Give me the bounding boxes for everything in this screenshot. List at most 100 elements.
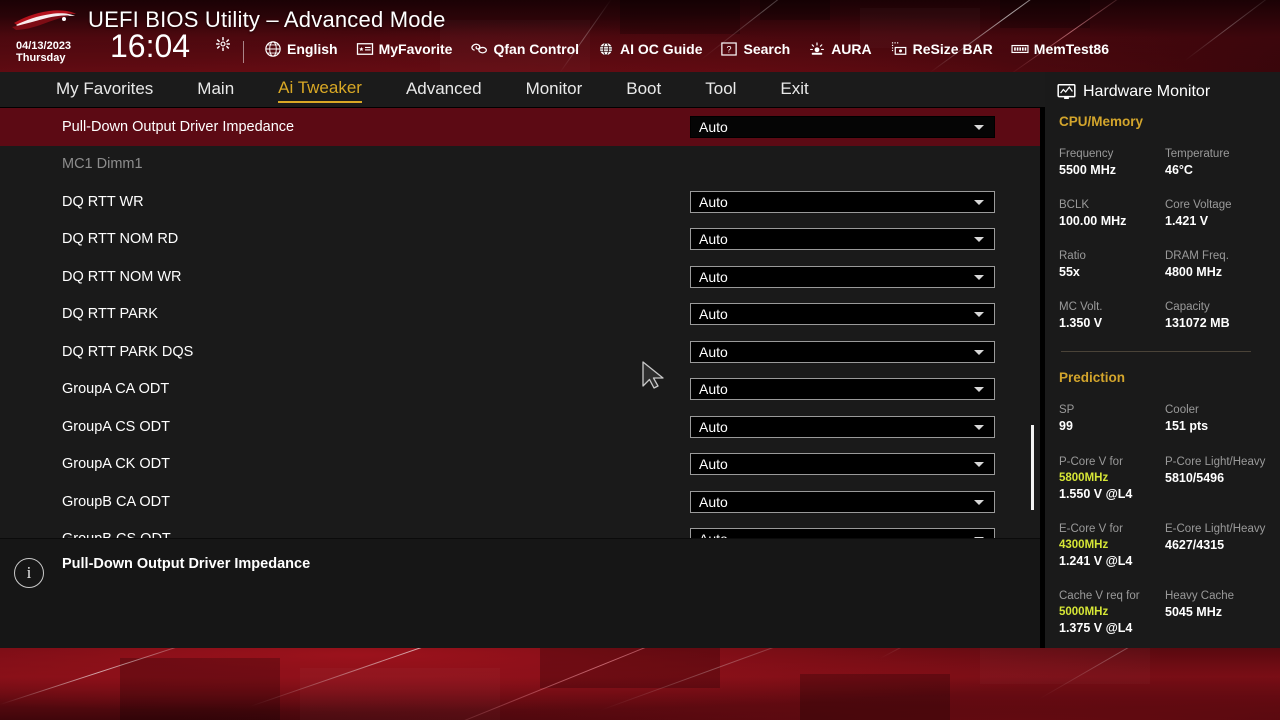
hwm-row-frequency-temperature: Frequency 5500 MHz Temperature 46°C (1059, 146, 1271, 179)
hwm-value: 1.375 V @L4 (1059, 621, 1133, 635)
hwm-key-pcore: P-Core V for 5800MHz (1059, 456, 1123, 484)
header-separator (243, 41, 244, 63)
tool-label: MemTest86 (1033, 41, 1109, 57)
setting-dropdown[interactable]: Auto (690, 453, 995, 476)
chevron-down-icon (974, 237, 984, 243)
memory-module-icon (1011, 44, 1029, 54)
hwm-key: E-Core Light/Heavy (1165, 523, 1266, 535)
tool-memtest86[interactable]: MemTest86 (1002, 40, 1118, 58)
hwm-value: 131072 MB (1165, 316, 1230, 330)
setting-dropdown[interactable]: Auto (690, 228, 995, 251)
tab-tool[interactable]: Tool (705, 79, 736, 102)
tool-aura[interactable]: AURA (799, 40, 880, 58)
hwm-highlight: 4300MHz (1059, 539, 1109, 551)
table-row[interactable]: GroupB CA ODT Auto (0, 483, 1040, 521)
tab-ai-tweaker[interactable]: Ai Tweaker (278, 78, 362, 103)
dropdown-value: Auto (699, 493, 728, 510)
tool-qfan-control[interactable]: Qfan Control (461, 40, 588, 58)
dropdown-value: Auto (699, 343, 728, 360)
tool-label: Search (743, 41, 791, 57)
hwm-key: MC Volt. (1059, 301, 1103, 313)
hwm-value: 55x (1059, 265, 1080, 279)
gear-icon[interactable] (215, 36, 231, 52)
hwm-value: 151 pts (1165, 419, 1209, 433)
resize-bar-icon (891, 42, 906, 55)
scrollbar-thumb[interactable] (1031, 425, 1034, 510)
tool-myfavorite[interactable]: MyFavorite (347, 40, 462, 58)
tab-boot[interactable]: Boot (626, 79, 661, 102)
rog-logo (12, 10, 76, 30)
hwm-value: 1.241 V @L4 (1059, 554, 1133, 568)
date-value: 04/13/2023 (16, 40, 72, 52)
aura-light-icon (810, 42, 825, 55)
setting-label: GroupA CK ODT (62, 456, 170, 473)
table-row[interactable]: DQ RTT WR Auto (0, 183, 1040, 221)
hwm-key: Frequency (1059, 148, 1114, 160)
chevron-down-icon (974, 199, 984, 205)
tab-my-favorites[interactable]: My Favorites (56, 79, 153, 102)
setting-dropdown[interactable]: Auto (690, 415, 995, 438)
hwm-value: 46°C (1165, 163, 1193, 177)
tab-exit[interactable]: Exit (780, 79, 808, 102)
setting-dropdown[interactable]: Auto (690, 190, 995, 213)
setting-dropdown[interactable]: Auto (690, 115, 995, 138)
tool-label: Qfan Control (493, 41, 580, 57)
tool-resize-bar[interactable]: ReSize BAR (881, 40, 1002, 58)
table-row[interactable]: GroupA CA ODT Auto (0, 371, 1040, 409)
hwm-value: 1.550 V @L4 (1059, 487, 1133, 501)
setting-dropdown[interactable]: Auto (690, 340, 995, 363)
table-row[interactable]: GroupA CS ODT Auto (0, 408, 1040, 446)
setting-label: GroupB CS ODT (62, 531, 171, 538)
hwm-value: 4800 MHz (1165, 265, 1222, 279)
hwm-highlight: 5000MHz (1059, 606, 1109, 618)
hwm-key: DRAM Freq. (1165, 250, 1229, 262)
ai-brain-icon (600, 42, 613, 56)
hwm-row-ratio-dramfreq: Ratio 55x DRAM Freq. 4800 MHz (1059, 248, 1271, 281)
table-row[interactable]: GroupA CK ODT Auto (0, 446, 1040, 484)
setting-dropdown[interactable]: Auto (690, 303, 995, 326)
tool-label: AURA (831, 41, 872, 57)
dropdown-value: Auto (699, 193, 728, 210)
hardware-monitor-label: Hardware Monitor (1083, 82, 1211, 100)
setting-dropdown[interactable]: Auto (690, 265, 995, 288)
hwm-section-prediction: Prediction (1059, 370, 1126, 385)
hardware-monitor-title: Hardware Monitor (1057, 82, 1210, 101)
table-row[interactable]: GroupB CS ODT Auto (0, 521, 1040, 538)
setting-dropdown[interactable]: Auto (690, 490, 995, 513)
chevron-down-icon (974, 349, 984, 355)
settings-list: Pull-Down Output Driver Impedance Auto M… (0, 108, 1040, 538)
hwm-key-cache: Cache V req for 5000MHz (1059, 590, 1140, 618)
hwm-value: 99 (1059, 419, 1073, 433)
setting-dropdown[interactable]: Auto (690, 378, 995, 401)
tool-english[interactable]: English (255, 40, 347, 58)
table-row[interactable]: Pull-Down Output Driver Impedance Auto (0, 108, 1040, 146)
hwm-key: BCLK (1059, 199, 1090, 211)
table-row[interactable]: DQ RTT NOM WR Auto (0, 258, 1040, 296)
chevron-down-icon (974, 387, 984, 393)
weekday-value: Thursday (16, 52, 66, 64)
hwm-key-ecore: E-Core V for 4300MHz (1059, 523, 1123, 551)
table-row[interactable]: DQ RTT PARK DQS Auto (0, 333, 1040, 371)
tool-label: ReSize BAR (912, 41, 993, 57)
tool-ai-oc-guide[interactable]: AI OC Guide (588, 40, 711, 58)
tab-advanced[interactable]: Advanced (406, 79, 482, 102)
tab-main[interactable]: Main (197, 79, 234, 102)
tab-monitor[interactable]: Monitor (526, 79, 583, 102)
table-row[interactable]: DQ RTT NOM RD Auto (0, 221, 1040, 259)
hwm-section-cpu-memory: CPU/Memory (1059, 114, 1144, 129)
star-list-icon (356, 43, 373, 55)
help-panel (0, 538, 1040, 648)
tool-search[interactable]: ? Search (711, 40, 799, 58)
settings-scrollbar[interactable] (1030, 108, 1036, 538)
fan-icon (471, 43, 488, 54)
hwm-key: Temperature (1165, 148, 1230, 160)
hwm-key: Capacity (1165, 301, 1210, 313)
hwm-row-bclk-corevoltage: BCLK 100.00 MHz Core Voltage 1.421 V (1059, 197, 1271, 230)
header-bar: UEFI BIOS Utility – Advanced Mode 04/13/… (0, 0, 1280, 72)
hwm-key: Cooler (1165, 404, 1199, 416)
hwm-row-pcore: P-Core V for 5800MHz 1.550 V @L4 P-Core … (1059, 454, 1271, 503)
table-row[interactable]: DQ RTT PARK Auto (0, 296, 1040, 334)
hwm-value: 4627/4315 (1165, 538, 1225, 552)
hwm-divider (1061, 351, 1251, 352)
setting-dropdown[interactable]: Auto (690, 528, 995, 538)
